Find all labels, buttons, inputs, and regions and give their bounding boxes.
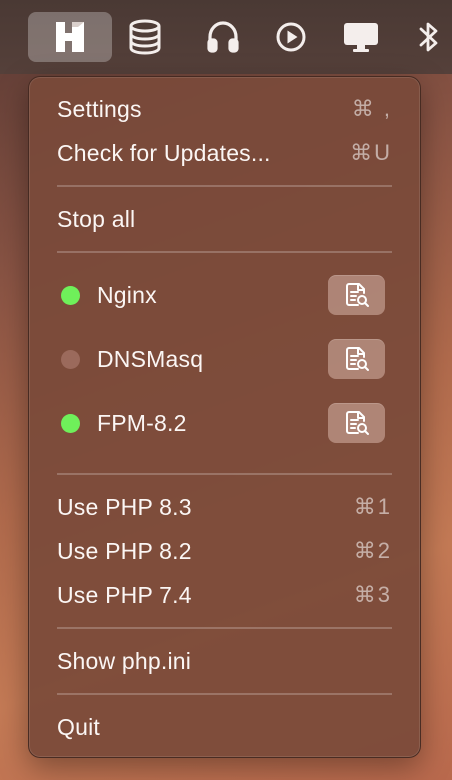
menu-item-shortcut: ⌘1: [353, 494, 392, 519]
menu-item-use-php-8-3[interactable]: Use PHP 8.3 ⌘1: [29, 487, 420, 527]
log-search-icon: [345, 347, 369, 371]
log-search-icon: [345, 411, 369, 435]
menu-separator: [57, 693, 392, 695]
service-row-dnsmasq[interactable]: DNSMasq: [29, 339, 420, 379]
menu-item-label: Check for Updates...: [57, 139, 271, 166]
herd-dropdown-menu: Settings ⌘ , Check for Updates... ⌘U Sto…: [28, 76, 421, 758]
menu-item-show-php-ini[interactable]: Show php.ini: [29, 641, 420, 681]
service-row-nginx[interactable]: Nginx: [29, 275, 420, 315]
database-icon[interactable]: [122, 12, 168, 62]
service-log-button[interactable]: [328, 275, 385, 315]
service-name: FPM-8.2: [97, 409, 187, 436]
menu-item-use-php-7-4[interactable]: Use PHP 7.4 ⌘3: [29, 575, 420, 615]
menu-separator: [57, 251, 392, 253]
menu-item-check-for-updates[interactable]: Check for Updates... ⌘U: [29, 133, 420, 173]
service-row-fpm[interactable]: FPM-8.2: [29, 403, 420, 443]
play-icon[interactable]: [270, 12, 312, 62]
service-log-button[interactable]: [328, 403, 385, 443]
menu-item-label: Use PHP 8.3: [57, 493, 192, 520]
menu-item-label: Settings: [57, 95, 142, 122]
menu-separator: [57, 185, 392, 187]
menu-separator: [57, 627, 392, 629]
menu-separator: [57, 473, 392, 475]
menu-item-label: Use PHP 8.2: [57, 537, 192, 564]
status-dot-icon: [61, 285, 80, 305]
herd-app-icon[interactable]: [28, 12, 112, 62]
menu-bar: [0, 0, 452, 74]
menu-item-shortcut: ⌘ ,: [351, 96, 392, 121]
menu-item-label: Use PHP 7.4: [57, 581, 192, 608]
status-dot-icon: [61, 413, 80, 433]
service-log-button[interactable]: [328, 339, 385, 379]
menu-item-use-php-8-2[interactable]: Use PHP 8.2 ⌘2: [29, 531, 420, 571]
menu-item-label: Quit: [57, 713, 100, 740]
menu-item-shortcut: ⌘3: [353, 582, 392, 607]
menu-item-quit[interactable]: Quit: [29, 707, 420, 747]
menu-item-label: Show php.ini: [57, 647, 192, 674]
menu-item-shortcut: ⌘U: [350, 140, 392, 165]
log-search-icon: [345, 283, 369, 307]
menu-item-settings[interactable]: Settings ⌘ ,: [29, 89, 420, 129]
bluetooth-icon[interactable]: [412, 12, 446, 62]
menu-item-label: Stop all: [57, 205, 136, 232]
display-icon[interactable]: [338, 12, 384, 62]
status-dot-icon: [61, 349, 80, 369]
service-name: Nginx: [97, 281, 157, 308]
headphones-icon[interactable]: [202, 12, 244, 62]
service-name: DNSMasq: [97, 345, 204, 372]
menu-item-shortcut: ⌘2: [353, 538, 392, 563]
menu-item-stop-all[interactable]: Stop all: [29, 199, 420, 239]
